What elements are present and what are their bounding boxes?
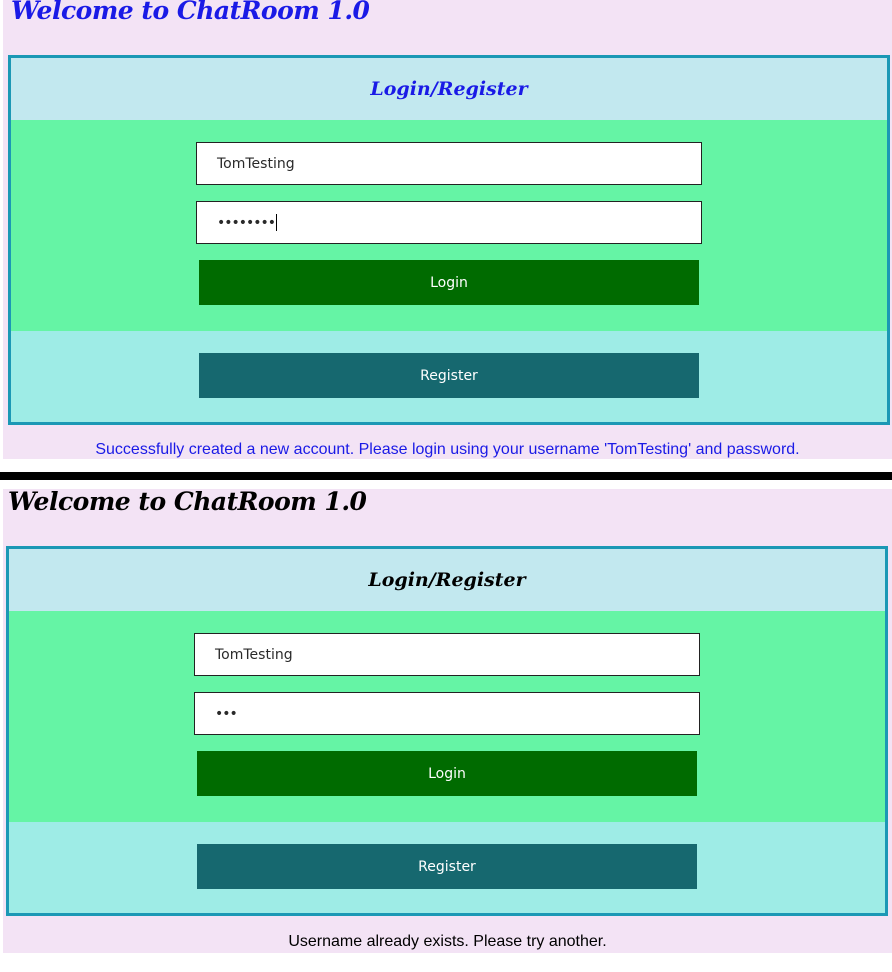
card-header-title: Login/Register (368, 569, 526, 591)
password-value: •••••••• (217, 214, 276, 231)
page-title: Welcome to ChatRoom 1.0 (11, 0, 370, 25)
screen-2-panel: Welcome to ChatRoom 1.0 Login/Register T… (3, 487, 892, 953)
username-value: TomTesting (215, 646, 293, 663)
page-title: Welcome to ChatRoom 1.0 (8, 487, 367, 516)
text-caret (276, 214, 278, 231)
login-section: TomTesting ••• Login (9, 611, 885, 822)
screen-divider (0, 472, 892, 480)
username-input[interactable]: TomTesting (196, 142, 702, 185)
screen-1-panel: Welcome to ChatRoom 1.0 Login/Register T… (3, 0, 892, 459)
card-header: Login/Register (9, 549, 885, 611)
login-button[interactable]: Login (199, 260, 699, 305)
username-value: TomTesting (217, 155, 295, 172)
login-section: TomTesting •••••••• Login (11, 120, 887, 331)
status-message: Username already exists. Please try anot… (288, 933, 607, 950)
register-button[interactable]: Register (199, 353, 699, 398)
username-input[interactable]: TomTesting (194, 633, 700, 676)
password-input[interactable]: ••• (194, 692, 700, 735)
password-input[interactable]: •••••••• (196, 201, 702, 244)
status-message: Successfully created a new account. Plea… (95, 441, 800, 458)
password-value: ••• (215, 705, 238, 722)
login-register-card: Login/Register TomTesting •••••••• Login… (8, 55, 890, 425)
login-register-card: Login/Register TomTesting ••• Login Regi… (6, 546, 888, 916)
card-header: Login/Register (11, 58, 887, 120)
card-header-title: Login/Register (370, 78, 528, 100)
login-button[interactable]: Login (197, 751, 697, 796)
register-button[interactable]: Register (197, 844, 697, 889)
